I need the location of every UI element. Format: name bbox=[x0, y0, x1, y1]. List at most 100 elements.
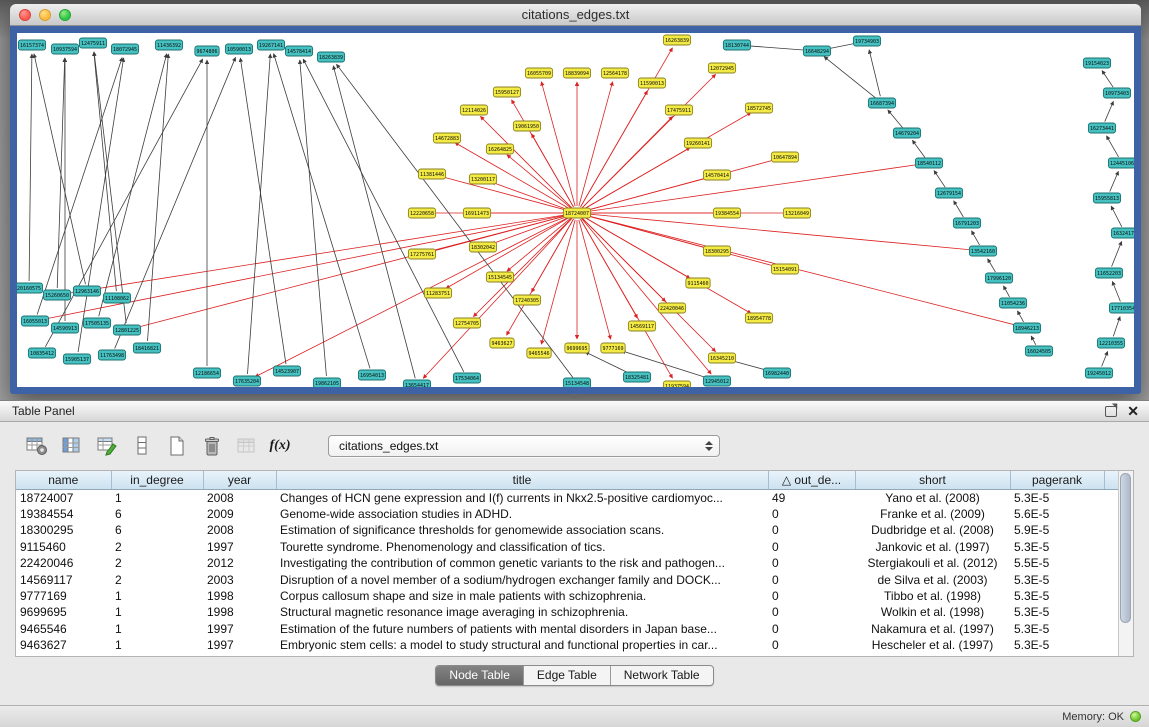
graph-node[interactable]: 14523907 bbox=[273, 366, 300, 376]
graph-node[interactable]: 13654417 bbox=[403, 380, 430, 387]
graph-node[interactable]: 12963146 bbox=[73, 286, 100, 296]
cell-pagerank[interactable]: 5.9E-5 bbox=[1010, 522, 1104, 538]
table-row[interactable]: 2242004622012Investigating the contribut… bbox=[16, 555, 1120, 571]
cell-title[interactable]: Disruption of a novel member of a sodium… bbox=[276, 572, 768, 588]
graph-node[interactable]: 12186654 bbox=[193, 368, 220, 378]
graph-node[interactable]: 10973403 bbox=[1103, 88, 1130, 98]
graph-node[interactable]: 14679204 bbox=[893, 128, 920, 138]
table-scrollbar[interactable] bbox=[1118, 471, 1133, 656]
graph-node[interactable]: 15955813 bbox=[1093, 193, 1120, 203]
cell-year[interactable]: 1997 bbox=[203, 539, 276, 555]
cell-short[interactable]: Yano et al. (2008) bbox=[855, 489, 1010, 506]
cell-title[interactable]: Investigating the contribution of common… bbox=[276, 555, 768, 571]
graph-node[interactable]: 17475911 bbox=[665, 105, 692, 115]
cell-name[interactable]: 22420046 bbox=[16, 555, 111, 571]
graph-node[interactable]: 18300295 bbox=[703, 246, 730, 256]
cell-year[interactable]: 1997 bbox=[203, 637, 276, 653]
graph-node[interactable]: 19384554 bbox=[713, 208, 740, 218]
graph-node[interactable]: 13216049 bbox=[783, 208, 810, 218]
graph-node[interactable]: 19267141 bbox=[257, 40, 284, 50]
graph-node[interactable]: 18946213 bbox=[1013, 323, 1040, 333]
graph-node[interactable]: 19260141 bbox=[684, 138, 711, 148]
cell-short[interactable]: Stergiakouli et al. (2012) bbox=[855, 555, 1010, 571]
cell-short[interactable]: Dudbridge et al. (2008) bbox=[855, 522, 1010, 538]
network-window[interactable]: citations_edges.txt 19384554183002959115… bbox=[10, 4, 1141, 394]
cell-name[interactable]: 18724007 bbox=[16, 489, 111, 506]
cell-in_degree[interactable]: 1 bbox=[111, 588, 203, 604]
graph-node[interactable]: 16055013 bbox=[21, 316, 48, 326]
table-row[interactable]: 946554611997Estimation of the future num… bbox=[16, 621, 1120, 637]
graph-node[interactable]: 16024505 bbox=[1025, 346, 1052, 356]
graph-node[interactable]: 15950127 bbox=[493, 87, 520, 97]
graph-node[interactable]: 11436392 bbox=[155, 40, 182, 50]
graph-node[interactable]: 16687394 bbox=[868, 98, 895, 108]
graph-node[interactable]: 22420046 bbox=[658, 303, 685, 313]
close-panel-icon[interactable]: ✕ bbox=[1127, 404, 1139, 418]
table-row[interactable]: 1872400712008Changes of HCN gene express… bbox=[16, 489, 1120, 506]
cell-pagerank[interactable]: 5.3E-5 bbox=[1010, 489, 1104, 506]
cell-year[interactable]: 2003 bbox=[203, 572, 276, 588]
graph-node[interactable]: 18724007 bbox=[563, 208, 590, 218]
cell-title[interactable]: Changes of HCN gene expression and I(f) … bbox=[276, 489, 768, 506]
graph-node[interactable]: 9463627 bbox=[490, 338, 514, 348]
cell-pagerank[interactable]: 5.3E-5 bbox=[1010, 572, 1104, 588]
graph-node[interactable]: 9699695 bbox=[565, 343, 589, 353]
graph-node[interactable]: 11937594 bbox=[663, 381, 690, 387]
graph-node[interactable]: 11652203 bbox=[1095, 268, 1122, 278]
tab-network-table[interactable]: Network Table bbox=[610, 666, 713, 685]
cell-year[interactable]: 1998 bbox=[203, 604, 276, 620]
graph-node[interactable]: 9777169 bbox=[601, 343, 625, 353]
graph-node[interactable]: 11283751 bbox=[424, 288, 451, 298]
cell-out_de[interactable]: 0 bbox=[768, 539, 855, 555]
graph-node[interactable]: 15134545 bbox=[486, 272, 513, 282]
cell-pagerank[interactable]: 5.6E-5 bbox=[1010, 506, 1104, 522]
cell-pagerank[interactable]: 5.3E-5 bbox=[1010, 604, 1104, 620]
table-row[interactable]: 911546021997Tourette syndrome. Phenomeno… bbox=[16, 539, 1120, 555]
graph-node[interactable]: 18072945 bbox=[111, 44, 138, 54]
graph-node[interactable]: 12445106 bbox=[1108, 158, 1134, 168]
graph-node[interactable]: 13200117 bbox=[469, 174, 496, 184]
graph-node[interactable]: 18263839 bbox=[317, 52, 344, 62]
graph-node[interactable]: 12801225 bbox=[113, 325, 140, 335]
cell-name[interactable]: 19384554 bbox=[16, 506, 111, 522]
tab-edge-table[interactable]: Edge Table bbox=[523, 666, 610, 685]
cell-short[interactable]: de Silva et al. (2003) bbox=[855, 572, 1010, 588]
graph-node[interactable]: 16982440 bbox=[763, 368, 790, 378]
graph-node[interactable]: 15905137 bbox=[63, 354, 90, 364]
cell-year[interactable]: 2008 bbox=[203, 489, 276, 506]
cell-in_degree[interactable]: 1 bbox=[111, 637, 203, 653]
cell-name[interactable]: 9115460 bbox=[16, 539, 111, 555]
cell-in_degree[interactable]: 1 bbox=[111, 604, 203, 620]
cell-title[interactable]: Structural magnetic resonance image aver… bbox=[276, 604, 768, 620]
graph-node[interactable]: 16263839 bbox=[663, 35, 690, 45]
table-row[interactable]: 1830029562008Estimation of significance … bbox=[16, 522, 1120, 538]
import-table-icon[interactable] bbox=[234, 434, 260, 458]
graph-node[interactable]: 17275761 bbox=[408, 249, 435, 259]
cell-title[interactable]: Genome-wide association studies in ADHD. bbox=[276, 506, 768, 522]
cell-short[interactable]: Hescheler et al. (1997) bbox=[855, 637, 1010, 653]
graph-node[interactable]: 9674806 bbox=[195, 46, 219, 56]
graph-node[interactable]: 16648294 bbox=[803, 46, 830, 56]
graph-node[interactable]: 18416821 bbox=[133, 343, 160, 353]
graph-node[interactable]: 14672883 bbox=[433, 133, 460, 143]
cell-name[interactable]: 9465546 bbox=[16, 621, 111, 637]
graph-node[interactable]: 19154023 bbox=[1083, 58, 1110, 68]
cell-out_de[interactable]: 0 bbox=[768, 637, 855, 653]
table-mode-icon[interactable] bbox=[24, 434, 50, 458]
graph-node[interactable]: 18572745 bbox=[745, 103, 772, 113]
cell-year[interactable]: 1997 bbox=[203, 621, 276, 637]
graph-node[interactable]: 11381446 bbox=[418, 169, 445, 179]
cell-in_degree[interactable]: 2 bbox=[111, 539, 203, 555]
cell-pagerank[interactable]: 5.5E-5 bbox=[1010, 555, 1104, 571]
graph-node[interactable]: 14570414 bbox=[703, 170, 730, 180]
graph-node[interactable]: 14590913 bbox=[51, 323, 78, 333]
panel-divider-grip[interactable] bbox=[566, 393, 582, 400]
graph-node[interactable]: 16055709 bbox=[525, 68, 552, 78]
graph-node[interactable]: 17635204 bbox=[233, 376, 260, 386]
cell-short[interactable]: Jankovic et al. (1997) bbox=[855, 539, 1010, 555]
graph-node[interactable]: 10647894 bbox=[771, 152, 798, 162]
column-header-year[interactable]: year bbox=[203, 471, 276, 489]
table-panel-header[interactable]: Table Panel ✕ bbox=[0, 401, 1149, 422]
graph-node[interactable]: 9465546 bbox=[527, 348, 551, 358]
cell-out_de[interactable]: 0 bbox=[768, 604, 855, 620]
